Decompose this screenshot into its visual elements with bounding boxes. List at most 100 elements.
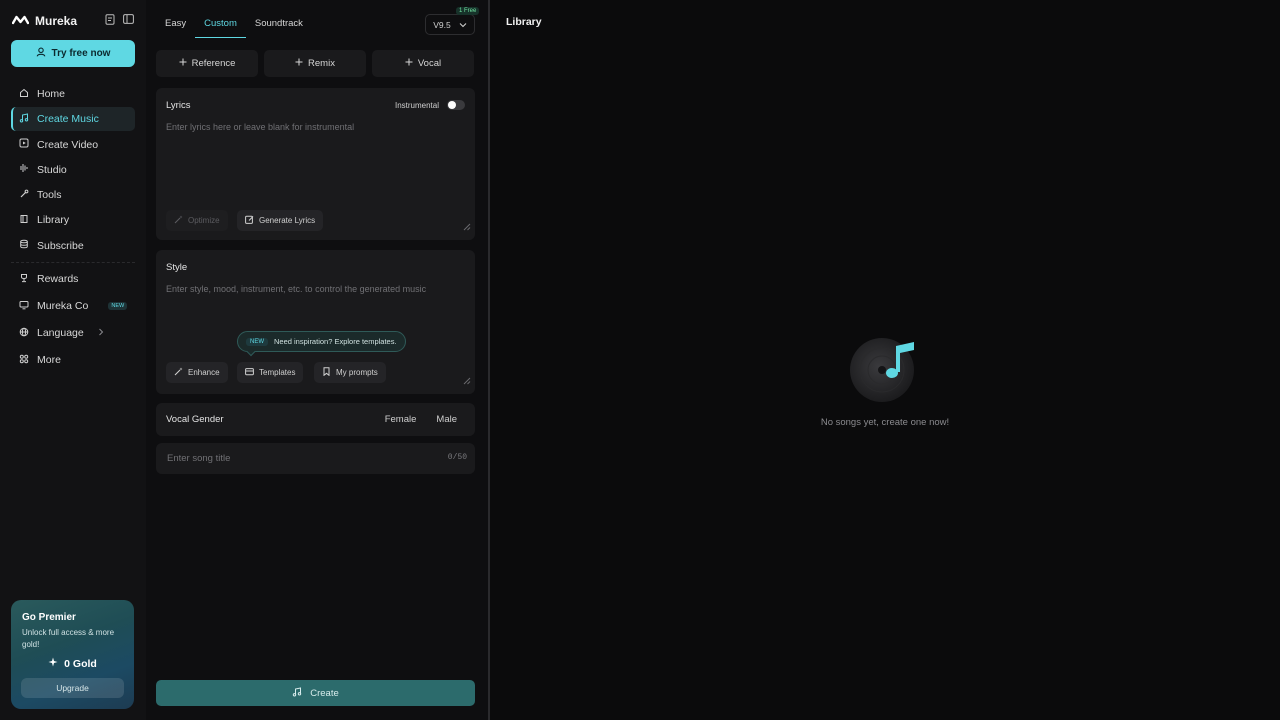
- sidebar-item-label: Language: [37, 327, 84, 339]
- vocal-button[interactable]: Vocal: [372, 50, 474, 77]
- sidebar-item-label: Rewards: [37, 273, 79, 285]
- vocal-gender-options: Female Male: [385, 414, 457, 425]
- template-icon: [245, 367, 254, 378]
- free-badge: 1 Free: [456, 7, 480, 15]
- vinyl-music-icon: [848, 334, 922, 409]
- globe-icon: [19, 327, 29, 340]
- generate-lyrics-button[interactable]: Generate Lyrics: [237, 210, 324, 231]
- sidebar-item-create-video[interactable]: Create Video: [11, 133, 135, 157]
- reference-button[interactable]: Reference: [156, 50, 258, 77]
- tooltip-arrow: [246, 347, 256, 357]
- sidebar-item-create-music[interactable]: Create Music: [11, 107, 135, 132]
- secondary-nav: Rewards Mureka Co NEW Language More: [11, 266, 135, 374]
- sidebar-item-more[interactable]: More: [11, 347, 135, 373]
- optimize-button[interactable]: Optimize: [166, 210, 228, 231]
- gold-label: 0 Gold: [64, 657, 97, 670]
- library-empty-state: No songs yet, create one now!: [490, 334, 1280, 428]
- try-free-button[interactable]: Try free now: [11, 40, 135, 67]
- sidebar-item-tools[interactable]: Tools: [11, 183, 135, 207]
- sidebar-item-studio[interactable]: Studio: [11, 158, 135, 182]
- lyrics-input[interactable]: Enter lyrics here or leave blank for ins…: [166, 122, 354, 132]
- resize-handle-icon[interactable]: [463, 372, 471, 390]
- vocal-gender-card: Vocal Gender Female Male: [156, 403, 475, 436]
- premier-subtitle: Unlock full access & more gold!: [22, 628, 115, 649]
- nav-divider: [11, 262, 135, 263]
- option-chips: Reference Remix Vocal: [156, 50, 474, 77]
- gold-balance: 0 Gold: [11, 657, 134, 670]
- lyrics-label: Lyrics: [166, 100, 191, 111]
- sidebar-item-subscribe[interactable]: Subscribe: [11, 234, 135, 258]
- plus-icon: [179, 58, 187, 69]
- bookmark-icon: [322, 367, 331, 378]
- remix-label: Remix: [308, 58, 335, 69]
- my-prompts-button[interactable]: My prompts: [314, 362, 386, 383]
- sidebar-item-label: Studio: [37, 163, 67, 176]
- song-title-card: 0/50: [156, 443, 475, 474]
- inspiration-tooltip[interactable]: NEW Need inspiration? Explore templates.: [237, 331, 406, 357]
- video-icon: [19, 138, 29, 151]
- gender-option-female[interactable]: Female: [385, 414, 417, 425]
- library-panel: Library No songs yet, create one now!: [490, 0, 1280, 720]
- equalizer-icon: [19, 163, 29, 176]
- tab-soundtrack[interactable]: Soundtrack: [246, 12, 312, 38]
- sidebar-item-mureka-co[interactable]: Mureka Co NEW: [11, 293, 135, 319]
- gender-option-male[interactable]: Male: [436, 414, 457, 425]
- sidebar-item-rewards[interactable]: Rewards: [11, 266, 135, 292]
- vocal-gender-label: Vocal Gender: [166, 414, 224, 425]
- empty-state-text: No songs yet, create one now!: [820, 417, 950, 428]
- brand[interactable]: Mureka: [11, 12, 77, 30]
- plus-icon: [405, 58, 413, 69]
- sidebar-item-label: Library: [37, 214, 70, 227]
- music-note-icon: [19, 113, 29, 126]
- chevron-right-icon: [98, 327, 104, 339]
- optimize-label: Optimize: [188, 216, 220, 225]
- create-button[interactable]: Create: [156, 680, 475, 706]
- collapse-sidebar-icon[interactable]: [123, 14, 134, 25]
- remix-button[interactable]: Remix: [264, 50, 366, 77]
- chevron-down-icon: [459, 20, 467, 30]
- user-icon: [36, 47, 46, 60]
- sidebar-item-label: Mureka Co: [37, 300, 89, 312]
- create-panel: Easy Custom Soundtrack V9.5 1 Free Refer…: [146, 0, 488, 720]
- home-icon: [19, 88, 29, 101]
- enhance-button[interactable]: Enhance: [166, 362, 228, 383]
- instrumental-switch[interactable]: Instrumental: [395, 100, 465, 110]
- sidebar-item-label: Create Video: [37, 138, 99, 151]
- resize-handle-icon[interactable]: [463, 218, 471, 236]
- sidebar-tools: [105, 14, 134, 25]
- tab-custom[interactable]: Custom: [195, 12, 246, 38]
- mureka-logo-icon: [11, 12, 30, 30]
- try-free-label: Try free now: [51, 48, 111, 59]
- notes-icon[interactable]: [105, 14, 115, 25]
- library-icon: [19, 214, 29, 227]
- sidebar-item-library[interactable]: Library: [11, 208, 135, 232]
- sidebar-item-home[interactable]: Home: [11, 82, 135, 106]
- trophy-icon: [19, 273, 29, 286]
- instrumental-toggle[interactable]: [447, 100, 465, 110]
- upgrade-button[interactable]: Upgrade: [21, 678, 124, 698]
- monitor-icon: [19, 300, 29, 313]
- style-input[interactable]: Enter style, mood, instrument, etc. to c…: [166, 284, 426, 294]
- templates-button[interactable]: Templates: [237, 362, 304, 383]
- templates-label: Templates: [259, 368, 296, 377]
- magic-wand-icon: [174, 215, 183, 226]
- style-label: Style: [166, 262, 188, 273]
- sidebar-item-label: Subscribe: [37, 239, 84, 252]
- music-note-icon: [292, 686, 302, 700]
- version-label: V9.5: [433, 19, 451, 30]
- instrumental-label: Instrumental: [394, 100, 439, 110]
- premier-title: Go Premier: [22, 612, 76, 623]
- coins-icon: [19, 239, 29, 252]
- version-select[interactable]: V9.5: [425, 14, 475, 35]
- create-label: Create: [310, 687, 339, 699]
- generate-lyrics-label: Generate Lyrics: [259, 216, 316, 225]
- sidebar: Mureka Try free now Home Create Music Cr…: [0, 0, 146, 720]
- new-badge: NEW: [246, 337, 268, 346]
- tab-easy[interactable]: Easy: [156, 12, 195, 38]
- sidebar-item-language[interactable]: Language: [11, 320, 135, 346]
- style-card: Style Enter style, mood, instrument, etc…: [156, 250, 475, 394]
- vocal-label: Vocal: [417, 58, 442, 69]
- grid-icon: [19, 354, 29, 367]
- song-title-input[interactable]: [156, 443, 436, 474]
- inspiration-text: Need inspiration? Explore templates.: [274, 337, 397, 346]
